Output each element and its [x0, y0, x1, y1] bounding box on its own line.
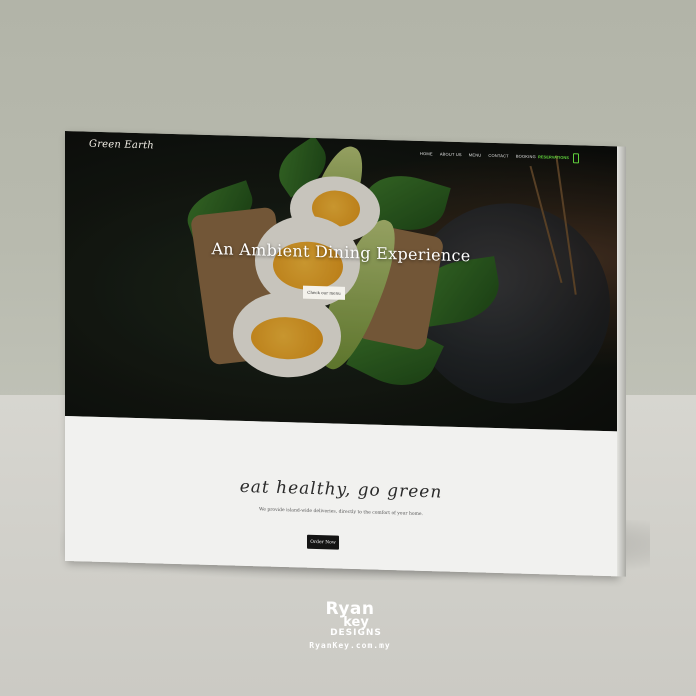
- brand-url: RyanKey.com.my: [309, 641, 391, 650]
- hero-overlay: [65, 131, 617, 432]
- nav-item-about-us[interactable]: ABOUT US: [440, 151, 462, 157]
- website-mockup: Green Earth HOME ABOUT US MENU CONTACT B…: [65, 131, 626, 577]
- intro-section: eat healthy, go green We provide island-…: [65, 416, 617, 577]
- nav-item-menu[interactable]: MENU: [469, 152, 482, 157]
- nav-item-booking[interactable]: BOOKING: [516, 154, 536, 160]
- brand-line-designs: DESIGNS: [330, 628, 382, 638]
- website-page: Green Earth HOME ABOUT US MENU CONTACT B…: [65, 131, 617, 577]
- nav-item-contact[interactable]: CONTACT: [488, 153, 508, 159]
- nav-item-home[interactable]: HOME: [420, 151, 433, 156]
- reservations-link[interactable]: RESERVATIONS: [538, 154, 569, 160]
- mockup-page-edge: [617, 146, 626, 577]
- order-now-button[interactable]: Order Now: [307, 534, 339, 550]
- phone-icon[interactable]: [573, 153, 579, 164]
- hero-section: Green Earth HOME ABOUT US MENU CONTACT B…: [65, 131, 617, 432]
- site-logo[interactable]: Green Earth: [89, 139, 154, 152]
- check-menu-button[interactable]: Check our menu: [303, 285, 345, 300]
- brand-watermark: Ryan key DESIGNS RyanKey.com.my: [300, 601, 400, 651]
- section-tagline: eat healthy, go green: [239, 476, 443, 503]
